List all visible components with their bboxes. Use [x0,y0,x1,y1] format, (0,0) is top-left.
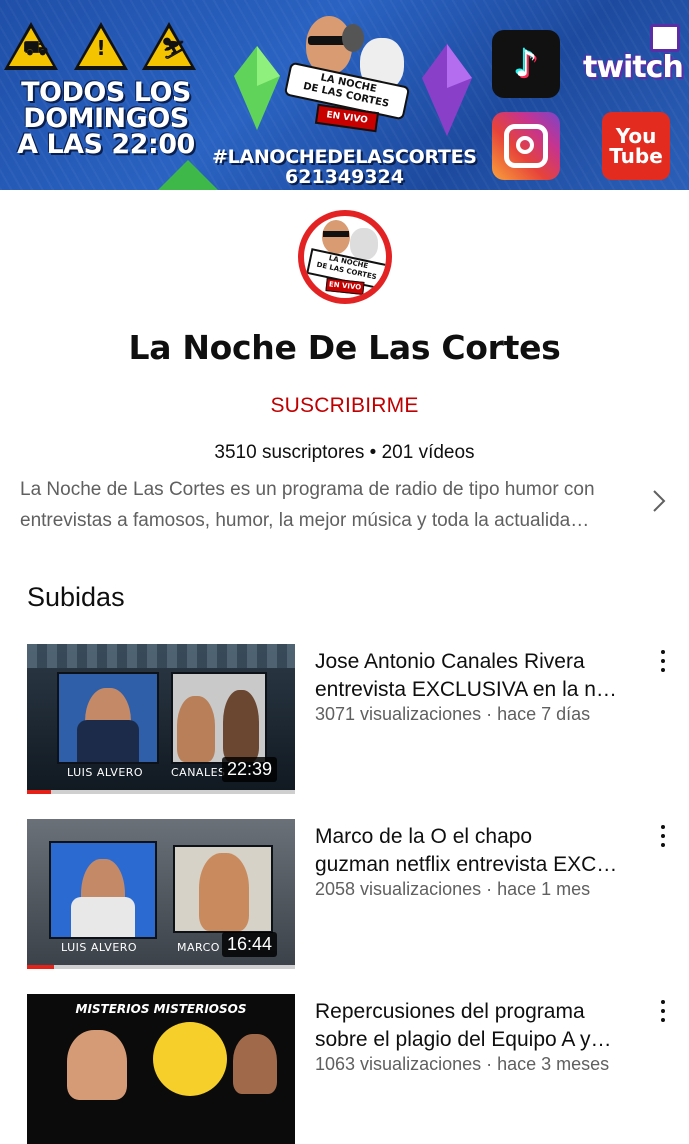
purple-gem-icon [422,44,472,136]
green-gem-icon [234,46,280,130]
green-gem-icon [158,160,218,190]
subscribe-button[interactable]: SUSCRIBIRME [0,394,689,418]
video-item[interactable]: LUIS ALVERO CANALES 22:39 Jose Antonio C… [27,644,667,794]
more-vert-icon[interactable] [657,1000,669,1026]
video-title[interactable]: Repercusiones del programa sobre el plag… [315,998,645,1054]
twitch-icon [650,24,680,52]
twitch-wordmark: twitch [583,50,684,85]
youtube-icon: You Tube [602,112,670,180]
video-thumbnail[interactable]: LUIS ALVERO MARCO 16:44 [27,819,295,969]
watch-progress-bar [27,790,295,794]
video-meta: 1063 visualizaciones · hace 3 meses [315,1054,610,1074]
instagram-icon [492,112,560,180]
more-vert-icon[interactable] [657,825,669,851]
video-item[interactable]: MISTERIOS MISTERIOSOS Repercusiones del … [27,994,667,1144]
video-meta: 3071 visualizaciones · hace 7 días [315,704,591,724]
banner-show-logo: LA NOCHE DE LAS CORTES EN VIVO [282,16,411,133]
warning-sign-icon: ⛟ [4,22,58,70]
banner-hashtag: #LANOCHEDELASCORTES [212,146,477,168]
video-title[interactable]: Jose Antonio Canales Rivera entrevista E… [315,648,645,704]
video-thumbnail[interactable]: LUIS ALVERO CANALES 22:39 [27,644,295,794]
video-duration: 22:39 [221,757,277,782]
channel-stats: 3510 suscriptores • 201 vídeos [214,442,475,463]
video-duration: 16:44 [221,932,277,957]
chevron-right-icon[interactable] [652,488,666,514]
watch-progress-bar [27,965,295,969]
channel-avatar[interactable]: LA NOCHE DE LAS CORTES EN VIVO [298,210,392,304]
video-title[interactable]: Marco de la O el chapo guzman netflix en… [315,823,645,879]
channel-title: La Noche De Las Cortes [128,328,561,367]
video-item[interactable]: LUIS ALVERO MARCO 16:44 Marco de la O el… [27,819,667,969]
banner-schedule: TODOS LOS DOMINGOS A LAS 22:00 [17,77,195,160]
section-title: Subidas [27,582,125,612]
channel-description[interactable]: La Noche de Las Cortes es un programa de… [20,474,640,536]
more-vert-icon[interactable] [657,650,669,676]
video-meta: 2058 visualizaciones · hace 1 mes [315,879,591,899]
channel-banner: ⛟ ! ⛷ TODOS LOS DOMINGOS A LAS 22:00 LA … [0,0,689,190]
video-thumbnail[interactable]: MISTERIOS MISTERIOSOS [27,994,295,1144]
tiktok-icon: ♪ [492,30,560,98]
warning-sign-icon: ⛷ [142,22,196,70]
banner-phone: 621349324 [285,166,404,188]
warning-sign-icon: ! [74,22,128,70]
